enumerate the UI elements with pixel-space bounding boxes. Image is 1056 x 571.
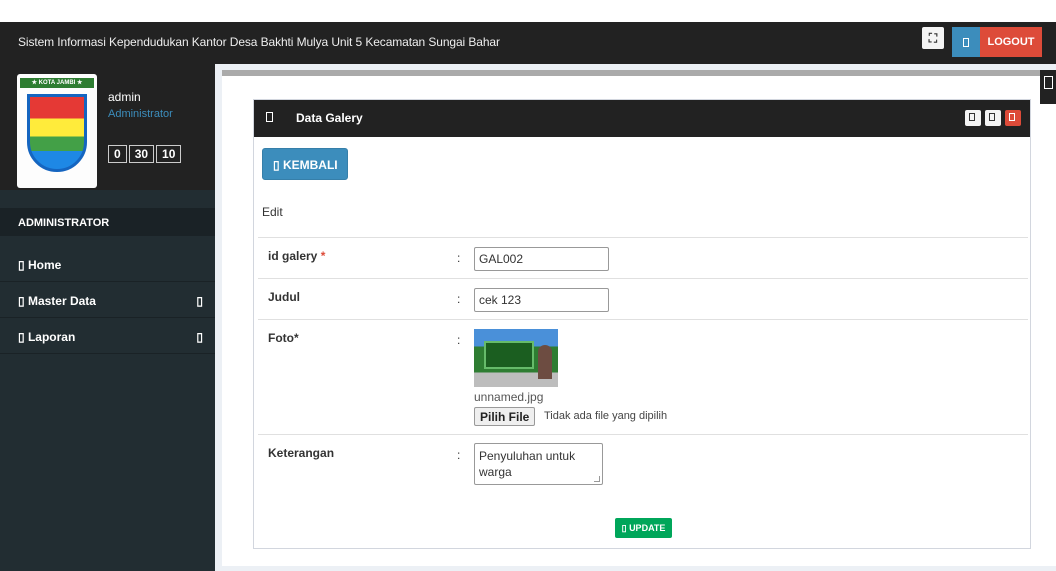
close-button[interactable] xyxy=(1005,110,1021,126)
logo-banner: ★ KOTA JAMBI ★ xyxy=(20,78,94,88)
back-icon: ▯ xyxy=(273,158,280,172)
box-title: Data Galery xyxy=(296,111,363,125)
photo-preview xyxy=(474,329,558,387)
report-icon: ▯ xyxy=(18,330,25,344)
user-panel: ★ KOTA JAMBI ★ admin Administrator 0 30 … xyxy=(0,64,215,190)
database-icon: ▯ xyxy=(18,294,25,308)
expand-icon xyxy=(989,113,995,121)
colon: : xyxy=(457,251,461,265)
judul-input[interactable]: cek 123 xyxy=(474,288,609,312)
sidebar-item-home[interactable]: ▯ Home xyxy=(0,246,215,282)
sidebar: ★ KOTA JAMBI ★ admin Administrator 0 30 … xyxy=(0,64,215,571)
photo-person xyxy=(538,345,552,379)
clock-seconds: 10 xyxy=(156,145,182,163)
kota-jambi-logo: ★ KOTA JAMBI ★ xyxy=(17,74,97,188)
user-icon xyxy=(963,37,969,47)
gallery-icon xyxy=(266,112,273,122)
sidebar-item-master-data[interactable]: ▯ Master Data ▯ xyxy=(0,282,215,318)
sidebar-item-label: Laporan xyxy=(27,330,76,344)
logout-button[interactable]: LOGOUT xyxy=(980,27,1042,57)
save-icon: ▯ xyxy=(621,523,627,533)
keterangan-textarea[interactable]: Penyuluhan untuk warga xyxy=(474,443,603,485)
kembali-label: KEMBALI xyxy=(282,158,338,172)
divider xyxy=(258,237,1028,238)
id-galery-label-text: id galery xyxy=(268,249,318,263)
id-galery-input[interactable]: GAL002 xyxy=(474,247,609,271)
file-status: Tidak ada file yang dipilih xyxy=(544,410,668,422)
sidebar-item-laporan[interactable]: ▯ Laporan ▯ xyxy=(0,318,215,354)
divider xyxy=(258,319,1028,320)
foto-label: Foto* xyxy=(268,331,299,345)
colon: : xyxy=(457,292,461,306)
keterangan-value: Penyuluhan untuk warga xyxy=(479,449,576,479)
colon: : xyxy=(457,333,461,347)
clock: 0 30 10 xyxy=(108,145,182,163)
divider xyxy=(258,434,1028,435)
id-galery-label: id galery * xyxy=(268,249,325,263)
required-mark: * xyxy=(320,249,326,263)
photo-building xyxy=(484,341,534,369)
divider xyxy=(258,278,1028,279)
app-title: Sistem Informasi Kependudukan Kantor Des… xyxy=(18,35,500,49)
logout-label: LOGOUT xyxy=(987,36,1035,48)
home-icon: ▯ xyxy=(18,258,25,272)
sidebar-section-header: ADMINISTRATOR xyxy=(0,208,215,236)
user-button[interactable] xyxy=(952,27,980,57)
current-file-name: unnamed.jpg xyxy=(474,390,544,404)
control-sidebar-toggle[interactable] xyxy=(1040,70,1056,104)
logo-shield xyxy=(27,94,87,172)
close-icon xyxy=(1009,113,1015,121)
sidebar-item-label: Home xyxy=(27,258,62,272)
update-label: UPDATE xyxy=(629,523,666,533)
user-name: admin xyxy=(108,90,141,104)
sidebar-item-label: Master Data xyxy=(27,294,96,308)
chevron-left-icon: ▯ xyxy=(196,330,203,344)
maximize-button[interactable] xyxy=(985,110,1001,126)
clock-minutes: 30 xyxy=(128,145,155,163)
clock-hours: 0 xyxy=(108,145,127,163)
update-button[interactable]: ▯ UPDATE xyxy=(615,518,672,538)
panel-icon xyxy=(1044,76,1053,89)
minus-icon xyxy=(969,113,975,121)
collapse-button[interactable] xyxy=(965,110,981,126)
resize-handle[interactable] xyxy=(594,476,600,482)
box-header: Data Galery xyxy=(254,100,1030,137)
judul-label: Judul xyxy=(268,290,300,304)
colon: : xyxy=(457,448,461,462)
chevron-left-icon: ▯ xyxy=(196,294,203,308)
data-galery-box: Data Galery ▯ KEMBALI Edit id galery * :… xyxy=(253,99,1031,549)
keterangan-label: Keterangan xyxy=(268,446,335,460)
kembali-button[interactable]: ▯ KEMBALI xyxy=(262,148,348,180)
user-role: Administrator xyxy=(108,108,173,120)
expand-icon[interactable]: ⛶ xyxy=(922,27,944,49)
choose-file-button[interactable]: Pilih File xyxy=(474,407,536,426)
top-navbar: Sistem Informasi Kependudukan Kantor Des… xyxy=(0,22,1056,64)
section-label: Edit xyxy=(262,205,283,219)
